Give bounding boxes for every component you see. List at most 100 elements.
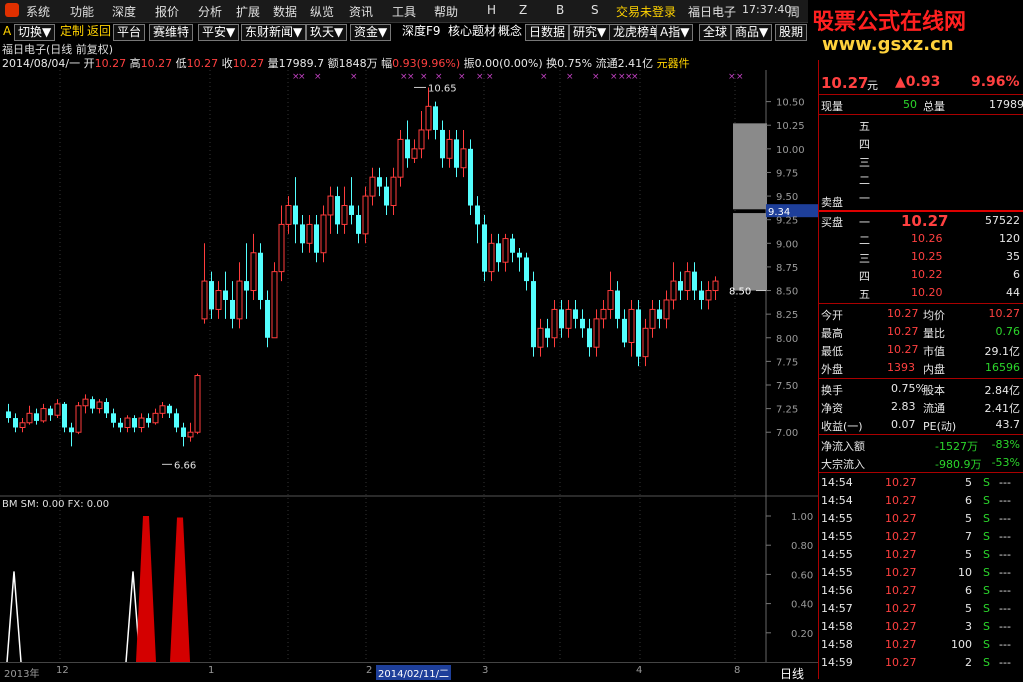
menu-3[interactable]: 报价	[155, 3, 179, 20]
buy-price: 10.22	[911, 268, 943, 281]
sell-label-row: 卖盘	[819, 192, 1023, 210]
buy-level[interactable]: 五 10.20 44	[819, 284, 1023, 302]
float-label: 流通	[595, 57, 618, 70]
price-tick: 8.75	[776, 263, 798, 274]
quote-panel: 10.27 元 ▲0.93 9.96% 现量 50 总量 17989 五四三二一…	[818, 60, 1023, 679]
turnover-label: 换	[546, 57, 558, 70]
sell-level: 五	[819, 116, 1023, 134]
menu-1[interactable]: 功能	[70, 3, 94, 20]
tick-row: 14:54 10.27 6 S ---	[821, 494, 1011, 507]
event-marker: ×	[298, 72, 306, 82]
menu-13[interactable]: B	[556, 3, 564, 17]
toolbar-button-9[interactable]: 深度F9	[399, 24, 444, 39]
price-tick: 9.75	[776, 168, 798, 179]
toolbar-a-icon: A	[3, 24, 12, 38]
event-marker: ×	[476, 72, 484, 82]
buy-price: 10.26	[911, 232, 943, 245]
toolbar-button-7[interactable]: 玖天▼	[306, 24, 348, 41]
menu-9[interactable]: 工具	[392, 3, 416, 20]
buy-level[interactable]: 一 10.27 57522	[819, 212, 1023, 230]
stat-row: 最低 10.27 市值 29.1亿	[821, 343, 1020, 358]
toolbar-button-17[interactable]: 商品▼	[731, 24, 773, 41]
buy-level-name: 三	[859, 252, 870, 265]
sell-level: 四	[819, 134, 1023, 152]
menu-5[interactable]: 扩展	[236, 3, 260, 20]
candle	[258, 243, 263, 310]
buy-level[interactable]: 二 10.26 120	[819, 230, 1023, 248]
turnover-value: 0.75%	[557, 57, 593, 70]
high-value: 10.27	[140, 57, 173, 70]
toolbar-button-2[interactable]: 返回	[84, 24, 114, 39]
tick-row: 14:55 10.27 5 S ---	[821, 548, 1011, 561]
low-annotation: 6.66	[174, 460, 196, 471]
price-tick: 10.50	[776, 98, 805, 109]
price-tick: 8.25	[776, 310, 798, 321]
toolbar-button-8[interactable]: 资金▼	[350, 24, 392, 41]
buy-level[interactable]: 三 10.25 35	[819, 248, 1023, 266]
lower-cost-zone	[733, 213, 767, 291]
volume-label: 量	[267, 57, 279, 70]
date-tick: 2	[366, 665, 373, 676]
stat-row: 外盘 1393 内盘 16596	[821, 361, 1020, 376]
price-row: 10.27 元 ▲0.93 9.96%	[819, 74, 1023, 96]
fundamental-row: 换手 0.75% 股本 2.84亿	[821, 382, 1020, 397]
buy-level[interactable]: 四 10.22 6	[819, 266, 1023, 284]
toolbar-button-0[interactable]: 切换▼	[14, 24, 56, 41]
change-label: 幅	[381, 57, 393, 70]
toolbar-button-18[interactable]: 股期	[775, 24, 808, 41]
buy-level-name: 五	[859, 288, 870, 301]
toolbar-button-1[interactable]: 定制	[57, 24, 87, 39]
menu-8[interactable]: 资讯	[349, 3, 373, 20]
toolbar-button-13[interactable]: 研究▼	[569, 24, 611, 41]
menu-0[interactable]: 系统	[26, 3, 50, 20]
tick-row: 14:56 10.27 6 S ---	[821, 584, 1011, 597]
window-stock-name: 福日电子	[688, 5, 737, 19]
candle	[75, 401, 82, 435]
menu-14[interactable]: S	[591, 3, 599, 17]
cost-annotation: 9.34	[768, 207, 790, 218]
date-axis: 2013年 12 1 2 2014/02/11/二 3 4 8 日线	[0, 662, 818, 682]
menu-2[interactable]: 深度	[112, 3, 136, 20]
sell-level: 二	[819, 170, 1023, 188]
quote-line: 2014/08/04/一 开10.27 高10.27 低10.27 收10.27…	[2, 55, 690, 71]
period-label[interactable]: 日线	[780, 665, 804, 682]
toolbar-button-12[interactable]: 日数据	[525, 24, 570, 41]
total-volume-label: 总量	[923, 100, 945, 113]
toolbar-button-5[interactable]: 平安▼	[198, 24, 240, 41]
event-marker: ×	[420, 72, 428, 82]
low-label: 低	[175, 57, 187, 70]
menu-7[interactable]: 纵览	[310, 3, 334, 20]
menu-11[interactable]: H	[487, 3, 496, 17]
menu-12[interactable]: Z	[519, 3, 527, 17]
price-tick: 7.25	[776, 405, 798, 416]
toolbar-button-10[interactable]: 核心题材	[445, 24, 499, 39]
candle	[468, 139, 473, 215]
kline-chart[interactable]: 10.5010.2510.009.759.509.259.008.758.508…	[0, 70, 818, 662]
date-tick: 3	[482, 665, 489, 676]
buy-level-name: 一	[859, 216, 870, 229]
toolbar-button-6[interactable]: 东财新闻▼	[241, 24, 307, 41]
price-axis: 10.5010.2510.009.759.509.259.008.758.508…	[766, 98, 805, 439]
toolbar: A 切换▼ 定制 返回 平台 赛维特 平安▼ 东财新闻▼ 玖天▼ 资金▼ 深度F9 核心题材 概念 日数…	[0, 23, 818, 41]
toolbar-button-15[interactable]: A指▼	[656, 24, 694, 41]
candle	[194, 373, 201, 435]
now-volume-label: 现量	[821, 100, 843, 113]
tick-row: 14:59 10.27 2 S ---	[821, 656, 1011, 669]
login-status[interactable]: 交易未登录	[616, 3, 676, 20]
sell-level-name: 五	[859, 120, 870, 133]
price-change: ▲0.93	[895, 74, 941, 90]
high-annotation: 10.65	[428, 83, 457, 94]
toolbar-button-11[interactable]: 概念	[495, 24, 525, 39]
buy-price: 10.27	[901, 212, 949, 230]
toolbar-button-4[interactable]: 赛维特	[149, 24, 194, 41]
menu-4[interactable]: 分析	[198, 3, 222, 20]
menu-6[interactable]: 数据	[273, 3, 297, 20]
candle	[482, 214, 487, 282]
menu-10[interactable]: 帮助	[434, 3, 458, 20]
toolbar-button-16[interactable]: 全球	[699, 24, 732, 41]
fundamental-row: 净资 2.83 流通 2.41亿	[821, 400, 1020, 415]
price-tick: 7.00	[776, 428, 798, 439]
sector-label[interactable]: 元器件	[657, 57, 690, 70]
toolbar-button-3[interactable]: 平台	[113, 24, 146, 41]
event-marker: ×	[736, 72, 744, 82]
